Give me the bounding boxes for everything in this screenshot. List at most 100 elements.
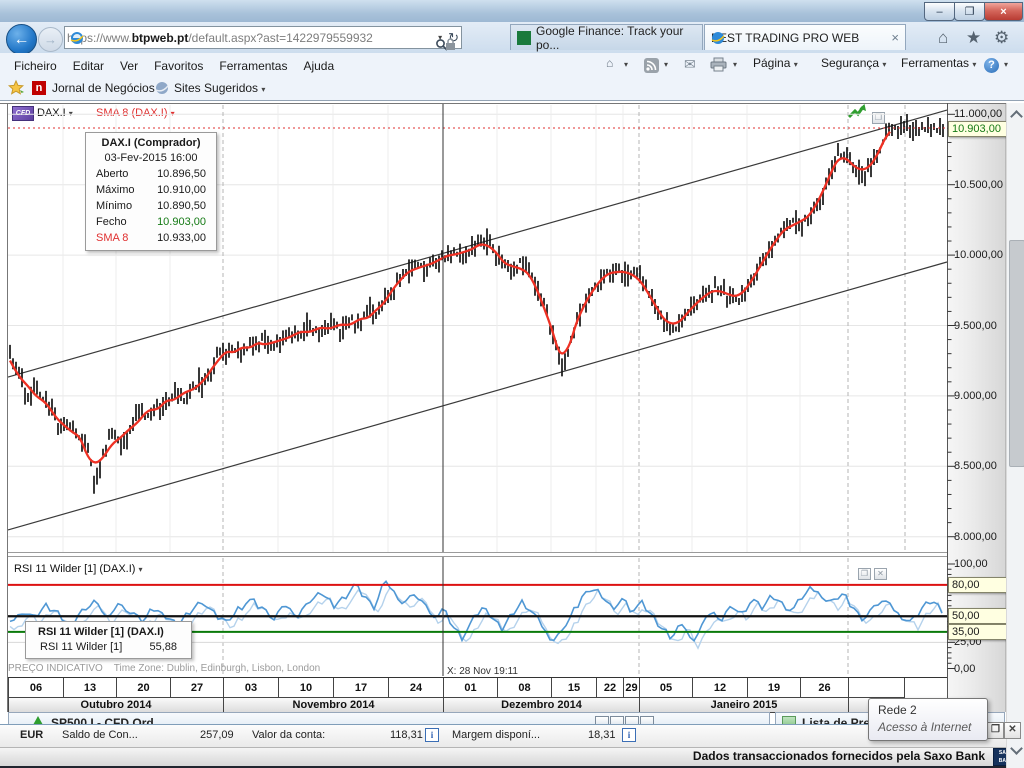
month-band: Novembro 2014	[223, 698, 443, 713]
menu-ferramentas[interactable]: Ferramentas	[211, 55, 295, 77]
menu-favoritos[interactable]: Favoritos	[146, 55, 211, 77]
tooltip-row-value: 10.910,00	[157, 182, 206, 198]
price-axis-label: 8.500,00	[954, 460, 997, 472]
rsi-level-badge: 50,00	[948, 608, 1007, 624]
rss-caret-icon[interactable]: ▾	[664, 60, 668, 69]
window-tool-icon[interactable]	[595, 716, 609, 724]
ie-browser-window: – ❐ × ← → https://www.btpweb.pt/default.…	[0, 0, 1024, 768]
address-bar[interactable]: https://www.btpweb.pt/default.aspx?ast=1…	[64, 26, 462, 49]
currency-label: EUR	[20, 729, 43, 741]
tooltip-row-label: Aberto	[96, 166, 128, 182]
tooltip-row-label: Mínimo	[96, 198, 132, 214]
read-mail-icon[interactable]: ✉	[684, 56, 696, 73]
google-finance-favicon	[517, 31, 531, 45]
price-tooltip-row: Mínimo 10.890,50	[86, 198, 216, 214]
margin-label: Margem disponí...	[452, 729, 540, 741]
rsi-header-label: RSI 11 Wilder [1] (DAX.I)	[14, 563, 135, 575]
page-menu-button[interactable]: Página ▾	[753, 56, 798, 70]
help-icon[interactable]: ?	[984, 57, 999, 73]
tooltip-row-label: SMA 8	[96, 230, 128, 246]
settings-gear-icon[interactable]: ⚙	[994, 28, 1009, 48]
panel-separator	[8, 552, 1005, 553]
scroll-up-button[interactable]	[1007, 105, 1024, 123]
menu-ficheiro[interactable]: Ficheiro	[6, 55, 65, 77]
url-domain: btpweb.pt	[132, 31, 189, 45]
menu-items: FicheiroEditarVerFavoritosFerramentasAju…	[6, 55, 342, 77]
page-menu-label: Página	[753, 56, 790, 70]
timezone-note: Time Zone: Dublin, Edinburgh, Lisbon, Lo…	[114, 663, 320, 674]
window-maximize-button[interactable]: ❐	[954, 2, 985, 21]
price-tooltip-title: DAX.I (Comprador)	[86, 133, 216, 150]
forward-button[interactable]: →	[38, 27, 63, 52]
window-titlebar	[0, 0, 1024, 23]
rsi-panel-close-icon[interactable]: ✕	[874, 568, 887, 580]
price-tooltip-row: Máximo10.910,00	[86, 182, 216, 198]
month-band: Outubro 2014	[8, 698, 223, 713]
day-cell: 27	[170, 678, 223, 698]
favorite-sites-sugeridos[interactable]: Sites Sugeridos ▾	[174, 81, 265, 95]
page-scrollbar[interactable]	[1006, 103, 1024, 768]
rsi-panel-restore-icon[interactable]: ❐	[858, 568, 871, 580]
back-button[interactable]: ←	[6, 24, 37, 55]
window-tool-icon[interactable]	[625, 716, 639, 724]
command-home-icon[interactable]: ⌂	[606, 56, 613, 70]
margin-value: 18,31	[588, 729, 616, 741]
price-axis-label: 10.500,00	[954, 179, 1003, 191]
command-home-caret-icon[interactable]: ▾	[624, 60, 628, 69]
menu-ajuda[interactable]: Ajuda	[295, 55, 342, 77]
price-tooltip-datetime: 03-Fev-2015 16:00	[86, 150, 216, 166]
background-window-restore-icon[interactable]: ❐	[987, 722, 1004, 739]
background-window-title: SP500.I - CFD Ord...	[51, 716, 164, 724]
day-cell: 03	[223, 678, 278, 698]
watchlist-icon	[782, 716, 796, 724]
saxo-disclaimer-text: Dados transaccionados fornecidos pela Sa…	[693, 749, 985, 763]
background-window-close-icon[interactable]: ✕	[1004, 722, 1021, 739]
panel-separator	[8, 556, 1005, 557]
tooltip-row-label: Fecho	[96, 214, 127, 230]
scrollbar-thumb[interactable]	[1009, 240, 1024, 467]
network-name: Rede 2	[878, 703, 917, 717]
sites-sugeridos-label: Sites Sugeridos	[174, 81, 258, 95]
tools-menu-button[interactable]: Ferramentas ▾	[901, 56, 976, 70]
minimize-icon: –	[936, 6, 942, 18]
security-menu-button[interactable]: Segurança ▾	[821, 56, 886, 70]
forward-arrow-icon: →	[44, 32, 57, 47]
month-band: Janeiro 2015	[639, 698, 848, 713]
scroll-down-button[interactable]	[1007, 741, 1024, 759]
background-window-sp500[interactable]: SP500.I - CFD Ord...	[8, 712, 770, 724]
info-icon[interactable]: i	[622, 728, 636, 742]
menu-ver[interactable]: Ver	[112, 55, 146, 77]
tab-close-icon[interactable]: ×	[885, 30, 899, 45]
month-band: Dezembro 2014	[443, 698, 639, 713]
window-tool-icon[interactable]	[640, 716, 654, 724]
rsi-caret-icon: ▾	[139, 565, 143, 574]
home-icon[interactable]: ⌂	[938, 28, 948, 48]
rsi-axis-label: 100,00	[954, 558, 988, 570]
info-icon[interactable]: i	[425, 728, 439, 742]
day-cell: 20	[116, 678, 170, 698]
jornal-negocios-favicon: n	[32, 81, 46, 95]
help-caret-icon[interactable]: ▾	[1004, 60, 1008, 69]
rsi-tooltip: RSI 11 Wilder [1] (DAX.I) RSI 11 Wilder …	[25, 621, 192, 659]
current-price-badge: 10.903,00	[948, 121, 1007, 137]
tab-best-trading-pro-web[interactable]: BEST TRADING PRO WEB ×	[704, 24, 906, 50]
print-caret-icon[interactable]: ▾	[733, 60, 737, 69]
security-caret-icon: ▾	[882, 60, 886, 69]
tab-google-finance[interactable]: Google Finance: Track your po...	[510, 24, 703, 50]
rsi-level-badge: 35,00	[948, 624, 1007, 640]
rsi-indicator-selector[interactable]: RSI 11 Wilder [1] (DAX.I) ▾	[14, 563, 143, 575]
rsi-tooltip-title: RSI 11 Wilder [1] (DAX.I)	[26, 622, 191, 639]
tooltip-row-value: 10.890,50	[157, 198, 206, 214]
date-axis: 06132027Outubro 201403101724Novembro 201…	[8, 677, 947, 713]
favorite-jornal-negocios[interactable]: Jornal de Negócios	[52, 81, 155, 95]
window-tool-icon[interactable]	[610, 716, 624, 724]
price-axis-label: 9.000,00	[954, 390, 997, 402]
window-minimize-button[interactable]: –	[924, 2, 955, 21]
price-axis-label: 8.000,00	[954, 531, 997, 543]
favorites-star-icon[interactable]: ★	[966, 28, 981, 48]
window-close-button[interactable]: ×	[984, 2, 1023, 21]
day-cell: 24	[388, 678, 443, 698]
tools-menu-label: Ferramentas	[901, 56, 969, 70]
tab-label: Google Finance: Track your po...	[536, 24, 696, 52]
menu-editar[interactable]: Editar	[65, 55, 112, 77]
